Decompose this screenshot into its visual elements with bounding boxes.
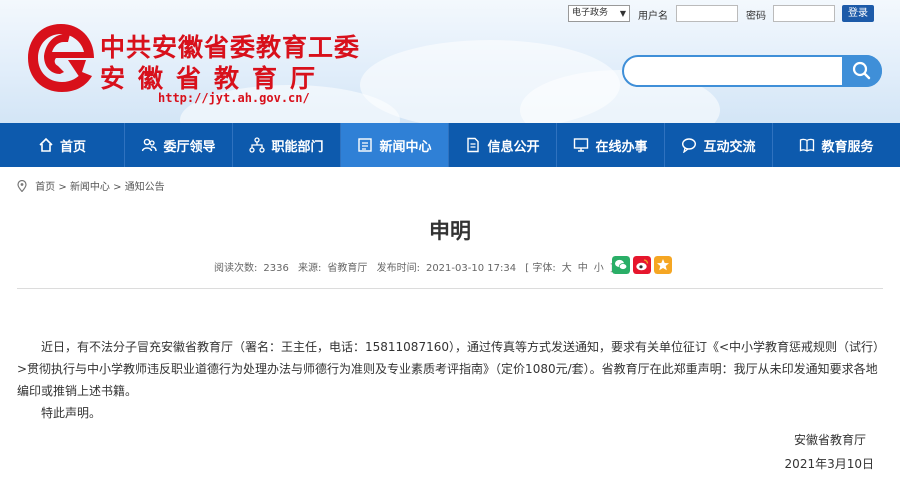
nav-item-home[interactable]: 首页 <box>0 123 125 167</box>
nav-label: 在线办事 <box>595 139 648 155</box>
username-input[interactable] <box>676 5 738 22</box>
login-button[interactable]: 登录 <box>842 5 874 22</box>
site-url[interactable]: http://jyt.ah.gov.cn/ <box>158 91 310 105</box>
date-label: 发布时间: <box>376 263 420 274</box>
article-paragraph: 特此声明。 <box>41 406 102 420</box>
views-label: 阅读次数: <box>214 263 258 274</box>
source-label: 来源: <box>298 263 322 274</box>
nav-item-interaction[interactable]: 互动交流 <box>665 123 773 167</box>
nav-item-online-services[interactable]: 在线办事 <box>557 123 665 167</box>
breadcrumb-separator: > <box>58 182 70 193</box>
password-input[interactable] <box>773 5 835 22</box>
article-paragraph: 近日，有不法分子冒充安徽省教育厅（署名：王主任，电话：15811087160），… <box>17 340 886 398</box>
article-body: 近日，有不法分子冒充安徽省教育厅（署名：王主任，电话：15811087160），… <box>17 336 887 424</box>
nav-item-news[interactable]: 新闻中心 <box>341 123 449 167</box>
weibo-share-icon[interactable] <box>633 256 651 274</box>
signature-date: 2021年3月10日 <box>784 457 874 471</box>
site-select-value: 电子政务 <box>572 8 609 18</box>
favorite-star-icon[interactable] <box>654 256 672 274</box>
nav-label: 新闻中心 <box>379 139 432 155</box>
nav-item-leaders[interactable]: 委厅领导 <box>125 123 233 167</box>
username-label: 用户名 <box>638 11 668 22</box>
monitor-icon <box>574 138 589 152</box>
breadcrumb-home[interactable]: 首页 <box>35 182 55 193</box>
chevron-down-icon: ▼ <box>619 9 626 18</box>
font-size-medium[interactable]: 中 <box>578 263 588 274</box>
publish-date: 2021-03-10 17:34 <box>425 263 517 274</box>
breadcrumb-separator: > <box>113 182 125 193</box>
document-icon <box>467 137 480 153</box>
password-label: 密码 <box>746 11 766 22</box>
nav-label: 委厅领导 <box>163 139 216 155</box>
nav-label: 职能部门 <box>271 139 324 155</box>
nav-item-info-disclosure[interactable]: 信息公开 <box>449 123 557 167</box>
font-size-label: [ 字体: <box>525 263 556 274</box>
chat-icon <box>682 138 697 153</box>
nav-item-education-services[interactable]: 教育服务 <box>773 123 900 167</box>
nav-label: 信息公开 <box>487 139 540 155</box>
font-size-large[interactable]: 大 <box>562 263 572 274</box>
users-icon <box>142 138 158 152</box>
source-value: 省教育厅 <box>327 263 368 274</box>
wechat-share-icon[interactable] <box>612 256 630 274</box>
site-title-line2[interactable]: 安徽省教育厅 <box>100 59 328 95</box>
nav-label: 教育服务 <box>821 139 874 155</box>
location-pin-icon <box>17 180 27 192</box>
article-meta: 阅读次数: 2336 来源: 省教育厅 发布时间: 2021-03-10 17:34 … <box>214 259 620 274</box>
breadcrumb-news-center[interactable]: 新闻中心 <box>70 182 110 193</box>
font-size-small[interactable]: 小 <box>594 263 604 274</box>
org-chart-icon <box>249 137 266 153</box>
article-title: 申明 <box>429 219 471 243</box>
education-logo-icon[interactable] <box>24 20 98 96</box>
breadcrumb-notices[interactable]: 通知公告 <box>125 182 165 193</box>
search-input[interactable] <box>622 55 882 87</box>
meta-divider <box>17 288 883 289</box>
main-nav: 首页 委厅领导 职能部门 新闻中心 信息公开 在线办事 互动交流 教育服务 <box>0 123 900 167</box>
signature-organization: 安徽省教育厅 <box>793 433 866 447</box>
nav-label: 互动交流 <box>703 139 756 155</box>
site-header: 中共安徽省委教育工委 安徽省教育厅 http://jyt.ah.gov.cn/ … <box>0 0 900 123</box>
search-icon <box>852 61 871 80</box>
site-select[interactable]: 电子政务 ▼ <box>568 5 630 22</box>
search-button[interactable] <box>842 55 882 87</box>
book-icon <box>800 138 815 152</box>
breadcrumb: 首页 > 新闻中心 > 通知公告 <box>17 178 165 193</box>
views-count: 2336 <box>263 263 289 274</box>
nav-label: 首页 <box>59 139 86 155</box>
nav-item-departments[interactable]: 职能部门 <box>233 123 341 167</box>
news-icon <box>358 138 373 152</box>
home-icon <box>39 137 53 152</box>
